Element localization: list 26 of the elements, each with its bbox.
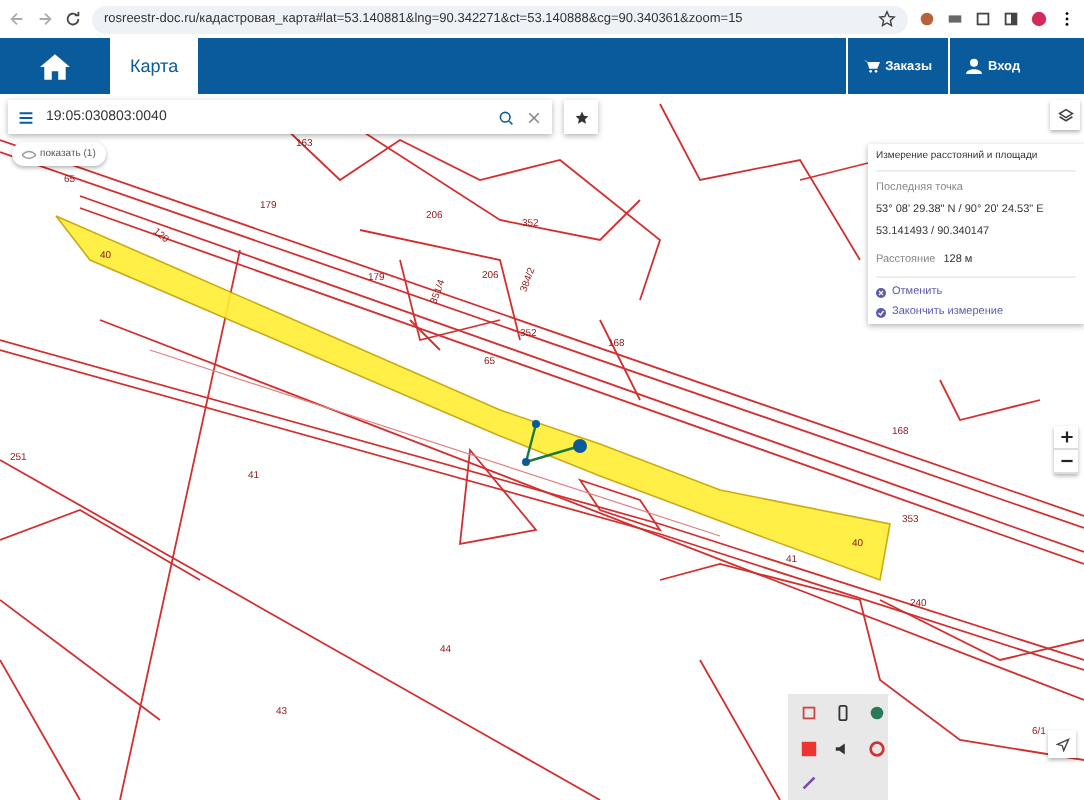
close-icon[interactable] xyxy=(526,109,542,125)
zoom-out-button[interactable] xyxy=(1054,450,1078,474)
user-icon xyxy=(966,58,982,74)
pen-icon[interactable] xyxy=(800,774,818,793)
close-circle-icon xyxy=(876,287,886,297)
reload-icon[interactable] xyxy=(64,10,82,28)
menu-icon[interactable] xyxy=(18,109,34,125)
zoom-in-button[interactable] xyxy=(1054,426,1078,450)
minus-icon xyxy=(1059,454,1073,468)
cart-icon xyxy=(863,58,880,74)
locate-button[interactable] xyxy=(1048,730,1076,758)
plus-icon xyxy=(1059,430,1073,444)
home-icon xyxy=(40,53,70,79)
nav-tab[interactable]: Карта xyxy=(110,38,199,94)
check-circle-icon xyxy=(876,307,886,317)
star-icon[interactable] xyxy=(878,10,896,28)
layers-icon xyxy=(1057,107,1073,123)
eye-icon xyxy=(22,149,36,159)
favorite-button[interactable] xyxy=(564,100,598,134)
search-icon[interactable] xyxy=(498,109,514,125)
sidebar-icon[interactable] xyxy=(1002,10,1020,28)
avatar-icon[interactable] xyxy=(1030,10,1048,28)
layers-button[interactable] xyxy=(1050,100,1080,130)
puzzle-icon[interactable] xyxy=(974,10,992,28)
navigation-arrow-icon xyxy=(1055,737,1069,751)
star-icon xyxy=(573,109,589,125)
